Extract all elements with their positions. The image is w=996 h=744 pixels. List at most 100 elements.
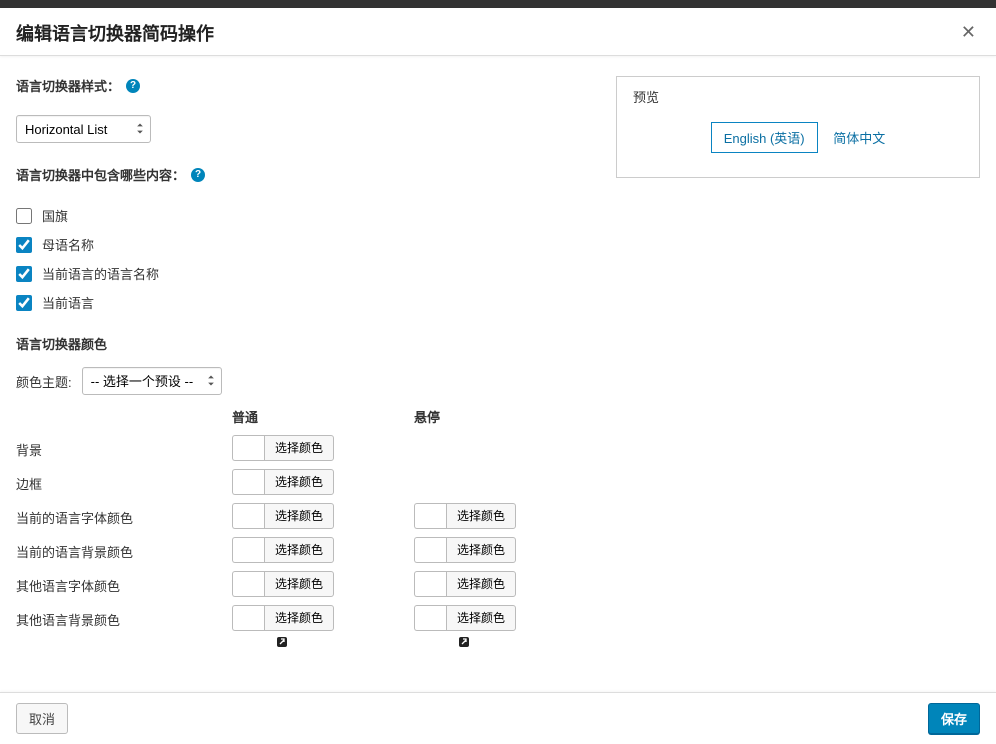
color-row: 其他语言字体颜色 选择颜色 选择颜色 xyxy=(16,568,596,602)
reset-row xyxy=(16,636,596,654)
pick-color-button[interactable]: 选择颜色 xyxy=(264,571,334,597)
reset-icon[interactable] xyxy=(458,636,470,651)
dialog-header: 编辑语言切换器简码操作 ✕ xyxy=(0,8,996,56)
checkbox-label: 当前语言的语言名称 xyxy=(42,264,159,283)
color-swatch[interactable] xyxy=(414,537,446,563)
style-block: 语言切换器样式： ? Horizontal List xyxy=(16,76,596,143)
preview-languages: English (英语) 简体中文 xyxy=(633,122,963,153)
include-label-row: 语言切换器中包含哪些内容： ? xyxy=(16,165,205,184)
pick-color-button[interactable]: 选择颜色 xyxy=(264,503,334,529)
pick-color-button[interactable]: 选择颜色 xyxy=(264,537,334,563)
color-swatch[interactable] xyxy=(232,571,264,597)
dialog-title: 编辑语言切换器简码操作 xyxy=(16,20,214,46)
color-row: 边框 选择颜色 xyxy=(16,466,596,500)
color-swatch[interactable] xyxy=(414,605,446,631)
color-table-header: 普通 悬停 xyxy=(16,407,596,426)
color-cell-normal: 选择颜色 xyxy=(232,503,414,532)
color-cell-normal: 选择颜色 xyxy=(232,571,414,600)
color-cell-hover: 选择颜色 xyxy=(414,571,596,600)
checkbox-label: 母语名称 xyxy=(42,235,94,254)
color-table: 普通 悬停 背景选择颜色边框选择颜色当前的语言字体颜色选择颜色选择颜色当前的语言… xyxy=(16,407,596,654)
checkbox-label: 当前语言 xyxy=(42,293,94,312)
color-cell-hover: 选择颜色 xyxy=(414,605,596,634)
color-swatch[interactable] xyxy=(232,503,264,529)
theme-select[interactable]: -- 选择一个预设 -- xyxy=(82,367,222,395)
preview-box: 预览 English (英语) 简体中文 xyxy=(616,76,980,178)
color-swatch[interactable] xyxy=(232,537,264,563)
checkbox-flag[interactable] xyxy=(16,208,32,224)
include-option-current: 当前语言 xyxy=(16,293,596,312)
style-label: 语言切换器样式： xyxy=(16,76,120,95)
dialog-footer: 取消 保存 xyxy=(0,692,996,744)
cancel-button[interactable]: 取消 xyxy=(16,703,68,734)
color-swatch[interactable] xyxy=(232,605,264,631)
theme-select-wrap: -- 选择一个预设 -- xyxy=(82,367,222,395)
preview-title: 预览 xyxy=(633,87,963,106)
theme-label: 颜色主题: xyxy=(16,372,72,391)
color-cell-normal: 选择颜色 xyxy=(232,605,414,634)
include-label: 语言切换器中包含哪些内容： xyxy=(16,165,185,184)
pick-color-button[interactable]: 选择颜色 xyxy=(446,605,516,631)
pick-color-button[interactable]: 选择颜色 xyxy=(446,537,516,563)
theme-row: 颜色主题: -- 选择一个预设 -- xyxy=(16,367,596,395)
dialog-body: 语言切换器样式： ? Horizontal List 语言切换器中包含哪些内容： xyxy=(0,56,996,692)
include-option-flag: 国旗 xyxy=(16,206,596,225)
color-picker[interactable]: 选择颜色 xyxy=(414,605,516,631)
color-picker[interactable]: 选择颜色 xyxy=(232,435,334,461)
color-swatch[interactable] xyxy=(414,571,446,597)
color-picker[interactable]: 选择颜色 xyxy=(232,503,334,529)
color-picker[interactable]: 选择颜色 xyxy=(232,537,334,563)
color-picker[interactable]: 选择颜色 xyxy=(232,605,334,631)
help-icon[interactable]: ? xyxy=(126,79,140,93)
include-option-native: 母语名称 xyxy=(16,235,596,254)
col-normal: 普通 xyxy=(232,407,414,426)
close-button[interactable]: ✕ xyxy=(957,18,980,47)
color-row-label: 边框 xyxy=(16,474,232,493)
color-cell-normal: 选择颜色 xyxy=(232,537,414,566)
color-picker[interactable]: 选择颜色 xyxy=(414,571,516,597)
color-row: 当前的语言字体颜色选择颜色选择颜色 xyxy=(16,500,596,534)
settings-column: 语言切换器样式： ? Horizontal List 语言切换器中包含哪些内容： xyxy=(16,76,596,676)
reset-icon[interactable] xyxy=(276,636,288,651)
include-option-current-name: 当前语言的语言名称 xyxy=(16,264,596,283)
color-cell-hover: 选择颜色 xyxy=(414,503,596,532)
pick-color-button[interactable]: 选择颜色 xyxy=(446,571,516,597)
color-swatch[interactable] xyxy=(232,435,264,461)
preview-other-language[interactable]: 简体中文 xyxy=(833,131,885,146)
color-picker[interactable]: 选择颜色 xyxy=(414,537,516,563)
preview-column: 预览 English (英语) 简体中文 xyxy=(616,76,980,676)
color-cell-normal: 选择颜色 xyxy=(232,435,414,464)
pick-color-button[interactable]: 选择颜色 xyxy=(264,435,334,461)
style-label-row: 语言切换器样式： ? xyxy=(16,76,140,95)
color-picker[interactable]: 选择颜色 xyxy=(232,469,334,495)
color-row-label: 当前的语言背景颜色 xyxy=(16,542,232,561)
style-select[interactable]: Horizontal List xyxy=(16,115,151,143)
pick-color-button[interactable]: 选择颜色 xyxy=(264,469,334,495)
colors-block: 语言切换器颜色 颜色主题: -- 选择一个预设 -- xyxy=(16,334,596,654)
close-icon: ✕ xyxy=(961,22,976,42)
include-block: 语言切换器中包含哪些内容： ? 国旗 母语名称 当前语言的语言名称 xyxy=(16,165,596,312)
preview-current-language[interactable]: English (英语) xyxy=(711,122,818,153)
colors-title: 语言切换器颜色 xyxy=(16,334,596,353)
checkbox-native-name[interactable] xyxy=(16,237,32,253)
color-row-label: 其他语言字体颜色 xyxy=(16,576,232,595)
color-cell-hover: 选择颜色 xyxy=(414,537,596,566)
style-select-wrap: Horizontal List xyxy=(16,115,151,143)
pick-color-button[interactable]: 选择颜色 xyxy=(264,605,334,631)
color-picker[interactable]: 选择颜色 xyxy=(414,503,516,529)
help-icon[interactable]: ? xyxy=(191,168,205,182)
color-row: 其他语言背景颜色 选择颜色 选择颜色 xyxy=(16,602,596,636)
color-swatch[interactable] xyxy=(414,503,446,529)
color-picker[interactable]: 选择颜色 xyxy=(232,571,334,597)
color-row-label: 其他语言背景颜色 xyxy=(16,610,232,629)
dialog: 编辑语言切换器简码操作 ✕ 语言切换器样式： ? Horizontal List xyxy=(0,8,996,744)
color-row: 当前的语言背景颜色 选择颜色 选择颜色 xyxy=(16,534,596,568)
checkbox-label: 国旗 xyxy=(42,206,68,225)
color-row: 背景 选择颜色 xyxy=(16,432,596,466)
pick-color-button[interactable]: 选择颜色 xyxy=(446,503,516,529)
checkbox-current-lang[interactable] xyxy=(16,295,32,311)
save-button[interactable]: 保存 xyxy=(928,703,980,734)
color-row-label: 背景 xyxy=(16,440,232,459)
checkbox-current-lang-name[interactable] xyxy=(16,266,32,282)
color-swatch[interactable] xyxy=(232,469,264,495)
